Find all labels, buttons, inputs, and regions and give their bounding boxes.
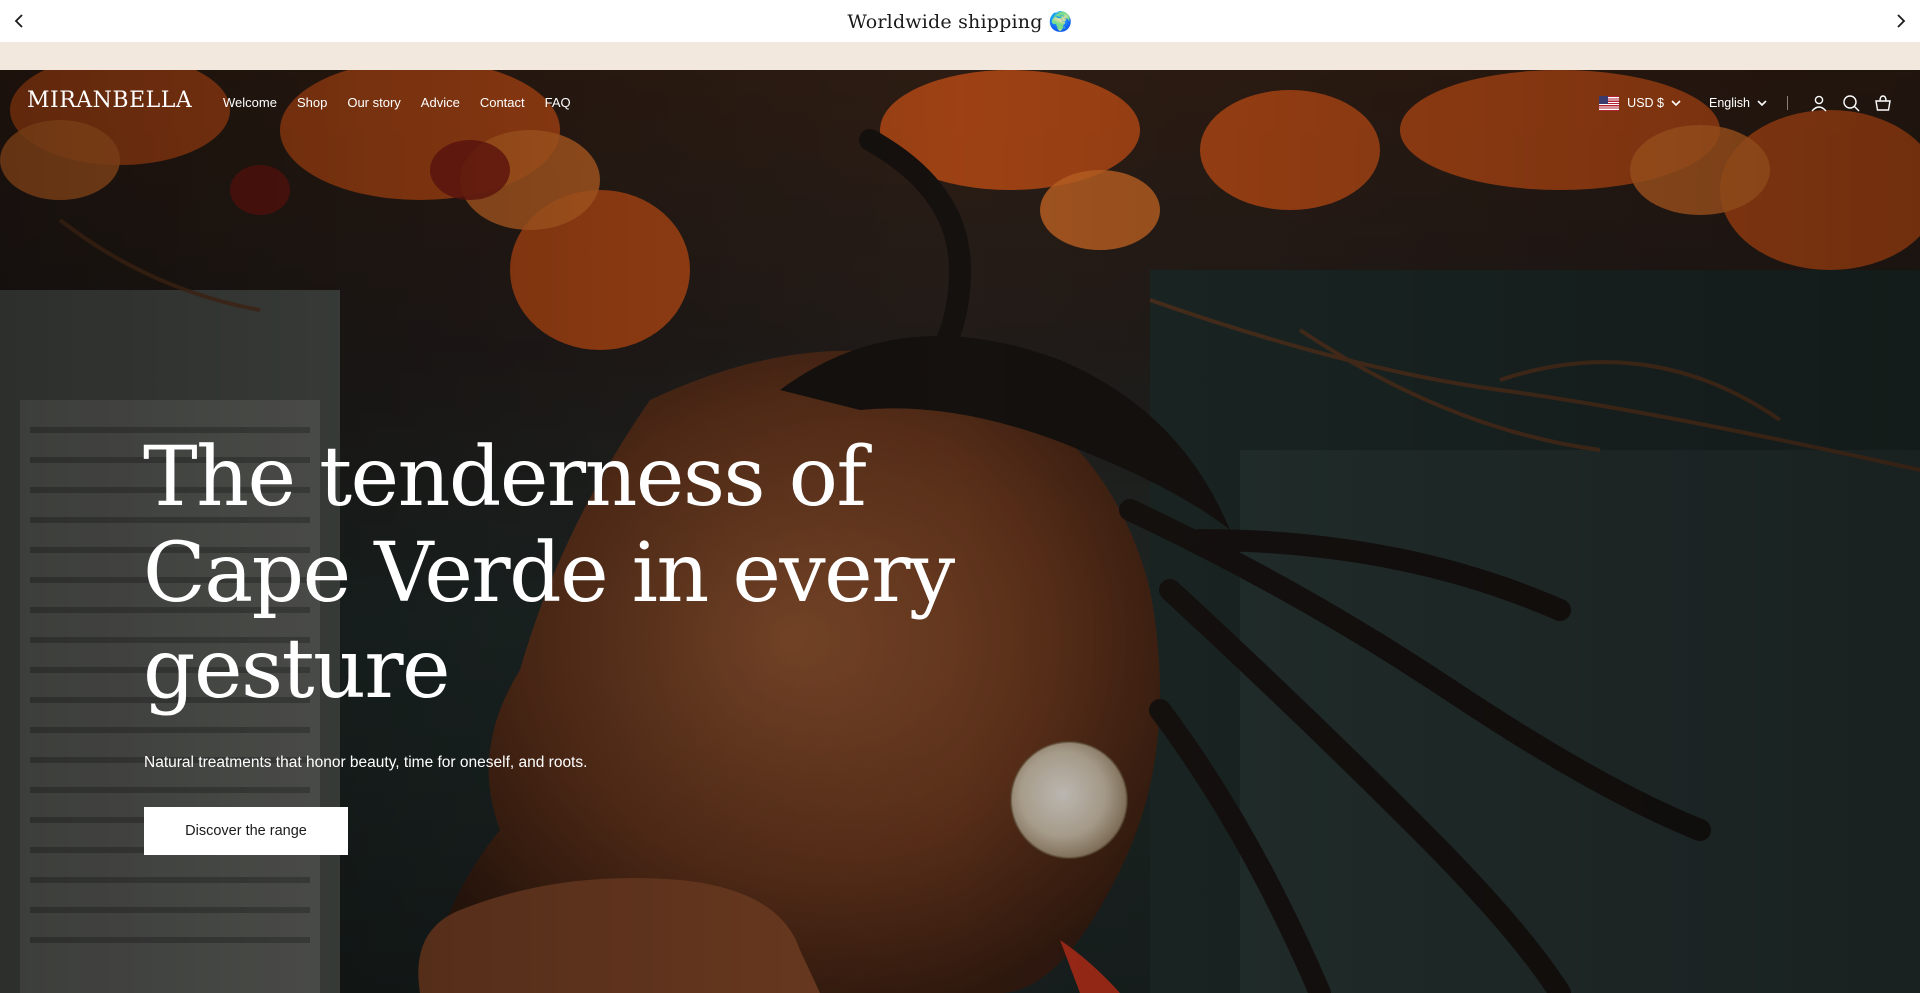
header-actions: USD $ English: [1599, 92, 1894, 114]
site-header: MIRANBELLA Welcome Shop Our story Advice…: [0, 70, 1920, 134]
discover-range-button[interactable]: Discover the range: [144, 807, 348, 855]
chevron-left-icon[interactable]: [8, 9, 32, 33]
main-nav: Welcome Shop Our story Advice Contact FA…: [223, 95, 591, 110]
nav-faq[interactable]: FAQ: [545, 95, 571, 110]
account-icon[interactable]: [1808, 92, 1830, 114]
brand-logo[interactable]: MIRANBELLA: [27, 88, 192, 113]
chevron-down-icon: [1757, 99, 1767, 106]
search-icon[interactable]: [1840, 92, 1862, 114]
language-selector[interactable]: English: [1709, 96, 1767, 110]
nav-contact[interactable]: Contact: [480, 95, 525, 110]
announcement-strip: [0, 42, 1920, 70]
hero-subtitle: Natural treatments that honor beauty, ti…: [144, 754, 588, 771]
nav-welcome[interactable]: Welcome: [223, 95, 277, 110]
announcement-bar: Worldwide shipping 🌍: [0, 0, 1920, 42]
chevron-down-icon: [1671, 99, 1681, 106]
us-flag-icon: [1599, 95, 1620, 111]
nav-our-story[interactable]: Our story: [347, 95, 400, 110]
nav-shop[interactable]: Shop: [297, 95, 327, 110]
cart-icon[interactable]: [1872, 92, 1894, 114]
nav-advice[interactable]: Advice: [421, 95, 460, 110]
announcement-text: Worldwide shipping 🌍: [847, 10, 1073, 33]
currency-label: USD $: [1627, 96, 1664, 110]
hero-headline: The tenderness of Cape Verde in every ge…: [143, 430, 955, 717]
language-label: English: [1709, 96, 1750, 110]
chevron-right-icon[interactable]: [1888, 9, 1912, 33]
currency-selector[interactable]: USD $: [1599, 95, 1681, 111]
header-divider: [1787, 96, 1788, 110]
